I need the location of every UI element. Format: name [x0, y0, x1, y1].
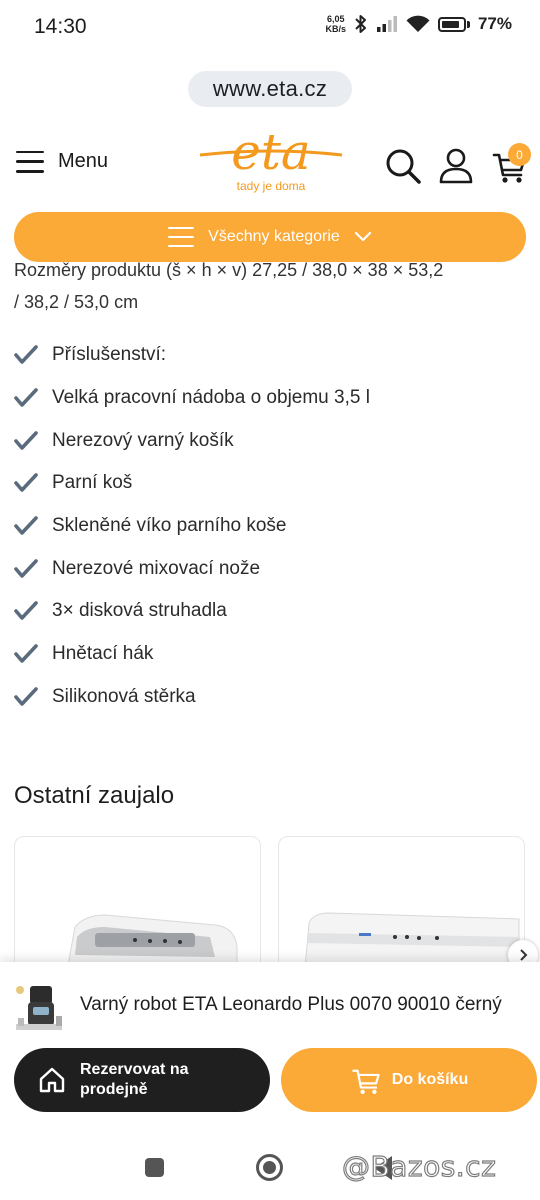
list-item-text: Parní koš: [52, 472, 133, 494]
dimensions-line-continued: / 38,2 / 53,0 cm: [14, 292, 139, 312]
vacuum-sealer-image: [68, 914, 238, 962]
eta-logo[interactable]: eta tady je doma: [196, 123, 346, 197]
add-to-cart-button[interactable]: Do košíku: [281, 1048, 537, 1112]
home-button[interactable]: [256, 1154, 283, 1181]
add-to-cart-label: Do košíku: [391, 1071, 469, 1088]
list-item-text: 3× disková struhadla: [52, 600, 227, 622]
network-speed-value: 6,05: [326, 14, 345, 24]
sticky-product-bar: Varný robot ETA Leonardo Plus 0070 90010…: [0, 962, 540, 1132]
product-card[interactable]: [14, 836, 261, 962]
list-item-text: Skleněné víko parního koše: [52, 515, 287, 537]
all-categories-button[interactable]: Všechny kategorie: [14, 212, 526, 262]
list-item: 3× disková struhadla: [14, 590, 534, 633]
checkmark-icon: [14, 558, 38, 578]
list-item-text: Nerezový varný košík: [52, 429, 234, 451]
address-bar[interactable]: www.eta.cz: [188, 71, 352, 107]
list-item: Skleněné víko parního koše: [14, 505, 534, 548]
section-title-others: Ostatní zaujalo: [14, 782, 175, 809]
list-item: Velká pracovní nádoba o objemu 3,5 l: [14, 377, 534, 420]
battery-icon: [437, 16, 470, 32]
dimensions-line: Rozměry produktu (š × h × v) 27,25 / 38,…: [14, 262, 444, 280]
list-item-text: Silikonová stěrka: [52, 685, 196, 707]
product-card[interactable]: [278, 836, 525, 962]
list-item: Parní koš: [14, 462, 534, 505]
recent-apps-button[interactable]: [145, 1158, 164, 1177]
list-item: Silikonová stěrka: [14, 676, 534, 719]
system-nav-bar: @Bazos.cz: [0, 1132, 540, 1200]
checkmark-icon: [14, 345, 38, 365]
hamburger-icon: [16, 150, 44, 173]
reserve-label: Rezervovat na prodejně: [80, 1061, 189, 1098]
logo-tagline: tady je doma: [236, 179, 306, 193]
chevron-right-icon: [520, 949, 528, 961]
signal-icon: [376, 16, 397, 32]
list-item-text: Hnětací hák: [52, 643, 154, 665]
store-home-icon: [39, 1067, 65, 1093]
status-time: 14:30: [34, 15, 87, 38]
menu-button[interactable]: Menu: [16, 150, 108, 173]
accessories-list: Příslušenství: Velká pracovní nádoba o ob…: [14, 334, 534, 718]
cart-count-badge: 0: [508, 143, 531, 166]
eta-logo-mark: eta: [199, 123, 343, 181]
battery-percent: 77%: [477, 14, 512, 33]
cart-icon: [352, 1069, 380, 1094]
status-bar: 14:30 6,05 KB/s 77%: [0, 0, 540, 56]
menu-label: Menu: [58, 150, 109, 172]
wifi-icon: [406, 15, 430, 32]
carousel-next-button[interactable]: [508, 940, 538, 962]
list-item-text: Nerezové mixovací nože: [52, 557, 261, 579]
product-title: Varný robot ETA Leonardo Plus 0070 90010…: [80, 994, 502, 1015]
checkmark-icon: [14, 516, 38, 535]
status-indicators: 6,05 KB/s 77%: [325, 14, 512, 34]
chevron-down-icon: [354, 231, 371, 242]
list-item-text: Velká pracovní nádoba o objemu 3,5 l: [52, 387, 370, 409]
list-item: Nerezový varný košík: [14, 419, 534, 462]
checkmark-icon: [14, 687, 38, 706]
list-item: Příslušenství:: [14, 334, 534, 377]
checkmark-icon: [14, 601, 38, 621]
network-speed-unit: KB/s: [325, 24, 346, 34]
checkmark-icon: [14, 473, 38, 493]
reserve-in-store-button[interactable]: Rezervovat na prodejně: [14, 1048, 270, 1112]
list-item: Hnětací hák: [14, 633, 534, 676]
bluetooth-icon: [355, 15, 366, 33]
checkmark-icon: [14, 430, 38, 450]
categories-menu-icon: [168, 227, 195, 247]
user-icon[interactable]: [438, 147, 474, 185]
network-speed: 6,05 KB/s: [325, 14, 346, 34]
vacuum-sealer-image: [305, 912, 520, 962]
checkmark-icon: [14, 644, 38, 663]
all-categories-label: Všechny kategorie: [208, 228, 340, 245]
search-icon[interactable]: [384, 147, 422, 185]
checkmark-icon: [14, 388, 38, 407]
watermark: @Bazos.cz: [341, 1149, 497, 1183]
list-item-text: Příslušenství:: [52, 344, 167, 366]
list-item: Nerezové mixovací nože: [14, 547, 534, 590]
product-description: Rozměry produktu (š × h × v) 27,25 / 38,…: [0, 262, 540, 962]
product-thumbnail: [16, 986, 62, 1030]
